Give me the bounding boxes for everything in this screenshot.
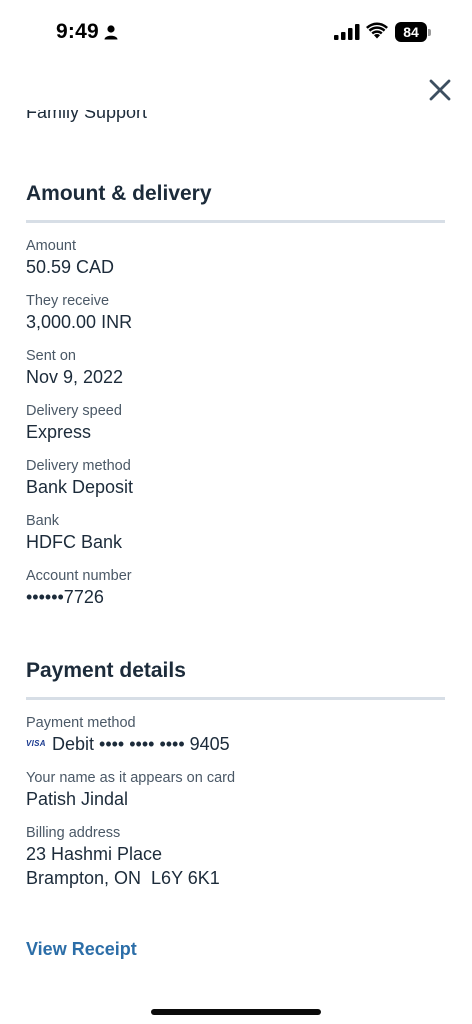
- close-icon[interactable]: [426, 76, 454, 104]
- status-bar: 9:49 84: [0, 0, 472, 64]
- sent-on-label: Sent on: [26, 348, 76, 364]
- they-receive-label: They receive: [26, 293, 110, 309]
- person-icon: [104, 25, 118, 40]
- battery-icon: 84: [395, 22, 431, 42]
- amount-value: 50.59 CAD: [26, 257, 115, 277]
- section-divider: [26, 697, 445, 700]
- account-number-label: Account number: [26, 568, 132, 584]
- account-number-value: ••••••7726: [26, 587, 104, 607]
- delivery-method-value: Bank Deposit: [26, 477, 134, 497]
- payment-details-title: Payment details: [26, 659, 186, 682]
- billing-address-label: Billing address: [26, 825, 121, 841]
- cellular-signal-icon: [334, 24, 360, 40]
- amount-label: Amount: [26, 238, 76, 254]
- partial-section-text-label: Family Support: [26, 110, 148, 122]
- section-divider: [26, 220, 445, 223]
- delivery-speed-label: Delivery speed: [26, 403, 122, 419]
- payment-method-label: Payment method: [26, 715, 136, 731]
- payment-method-value: Debit •••• •••• •••• 9405: [52, 734, 230, 754]
- cardholder-name-value: Patish Jindal: [26, 789, 129, 809]
- delivery-speed-value: Express: [26, 422, 92, 442]
- cardholder-name-label: Your name as it appears on card: [26, 770, 236, 786]
- billing-address-line2: Brampton, ON L6Y 6K1: [26, 868, 220, 888]
- wifi-icon: [366, 22, 388, 39]
- billing-address-line1: 23 Hashmi Place: [26, 844, 163, 864]
- battery-tip: [428, 29, 431, 36]
- battery-level: 84: [403, 24, 419, 40]
- sent-on-value: Nov 9, 2022: [26, 367, 124, 387]
- they-receive-value: 3,000.00 INR: [26, 312, 133, 332]
- bank-label: Bank: [26, 513, 60, 529]
- visa-card-icon: VISA: [26, 739, 46, 748]
- partial-section-text: Family Support: [26, 110, 147, 130]
- delivery-method-label: Delivery method: [26, 458, 131, 474]
- bank-value: HDFC Bank: [26, 532, 123, 552]
- home-indicator[interactable]: [151, 1009, 321, 1015]
- view-receipt-link[interactable]: View Receipt: [26, 939, 137, 960]
- amount-delivery-title: Amount & delivery: [26, 182, 212, 205]
- status-time: 9:49: [56, 20, 99, 43]
